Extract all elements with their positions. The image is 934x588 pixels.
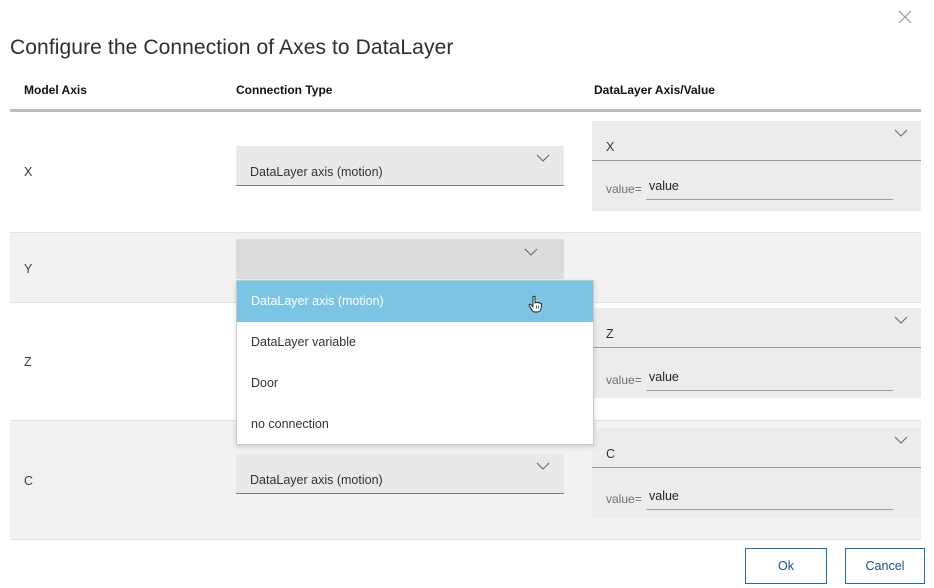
connection-type-select[interactable]: DataLayer axis (motion) (236, 146, 564, 186)
chevron-down-icon (524, 248, 538, 256)
datalayer-axis-box: Z value= value (592, 308, 921, 398)
column-header-connection-type: Connection Type (236, 83, 333, 97)
column-header-datalayer-axis: DataLayer Axis/Value (594, 83, 715, 97)
datalayer-axis-value: X (606, 140, 615, 154)
value-input[interactable]: value (646, 368, 893, 391)
connection-type-select[interactable]: DataLayer axis (motion) (236, 454, 564, 494)
value-label: value= (606, 492, 642, 506)
datalayer-axis-box: X value= value (592, 121, 921, 211)
connection-type-value: DataLayer axis (motion) (250, 165, 383, 179)
chevron-down-icon (894, 436, 908, 444)
datalayer-axis-value: Z (606, 327, 614, 341)
table-row-x: X DataLayer axis (motion) X value= value (10, 112, 921, 232)
datalayer-axis-value: C (606, 447, 616, 461)
model-axis-label: X (24, 165, 33, 179)
value-label: value= (606, 373, 642, 387)
chevron-down-icon (894, 129, 908, 137)
datalayer-axis-select[interactable]: Z (592, 308, 921, 348)
connection-type-value: DataLayer axis (motion) (250, 473, 383, 487)
model-axis-label: C (24, 474, 34, 488)
chevron-down-icon (536, 462, 550, 470)
ok-button[interactable]: Ok (745, 548, 827, 584)
dropdown-option-no-connection[interactable]: no connection (237, 404, 593, 445)
hand-pointer-icon (528, 295, 542, 313)
connection-type-select-open[interactable] (236, 239, 564, 279)
dropdown-option-door[interactable]: Door (237, 363, 593, 404)
dropdown-option-datalayer-axis[interactable]: DataLayer axis (motion) (237, 281, 593, 322)
datalayer-axis-select[interactable]: C (592, 428, 921, 468)
close-icon[interactable] (898, 10, 912, 24)
connection-type-dropdown-menu: DataLayer axis (motion) DataLayer variab… (236, 280, 594, 445)
dropdown-option-datalayer-variable[interactable]: DataLayer variable (237, 322, 593, 363)
column-header-model-axis: Model Axis (24, 83, 87, 97)
chevron-down-icon (536, 154, 550, 162)
value-label: value= (606, 182, 642, 196)
datalayer-axis-select[interactable]: X (592, 121, 921, 161)
datalayer-axis-box: C value= value (592, 428, 921, 518)
chevron-down-icon (894, 316, 908, 324)
footer-divider (10, 539, 921, 540)
model-axis-label: Z (24, 355, 32, 369)
value-input[interactable]: value (646, 487, 893, 510)
cancel-button[interactable]: Cancel (845, 548, 925, 584)
model-axis-label: Y (24, 262, 33, 276)
dialog-title: Configure the Connection of Axes to Data… (10, 36, 454, 59)
value-input[interactable]: value (646, 177, 893, 200)
